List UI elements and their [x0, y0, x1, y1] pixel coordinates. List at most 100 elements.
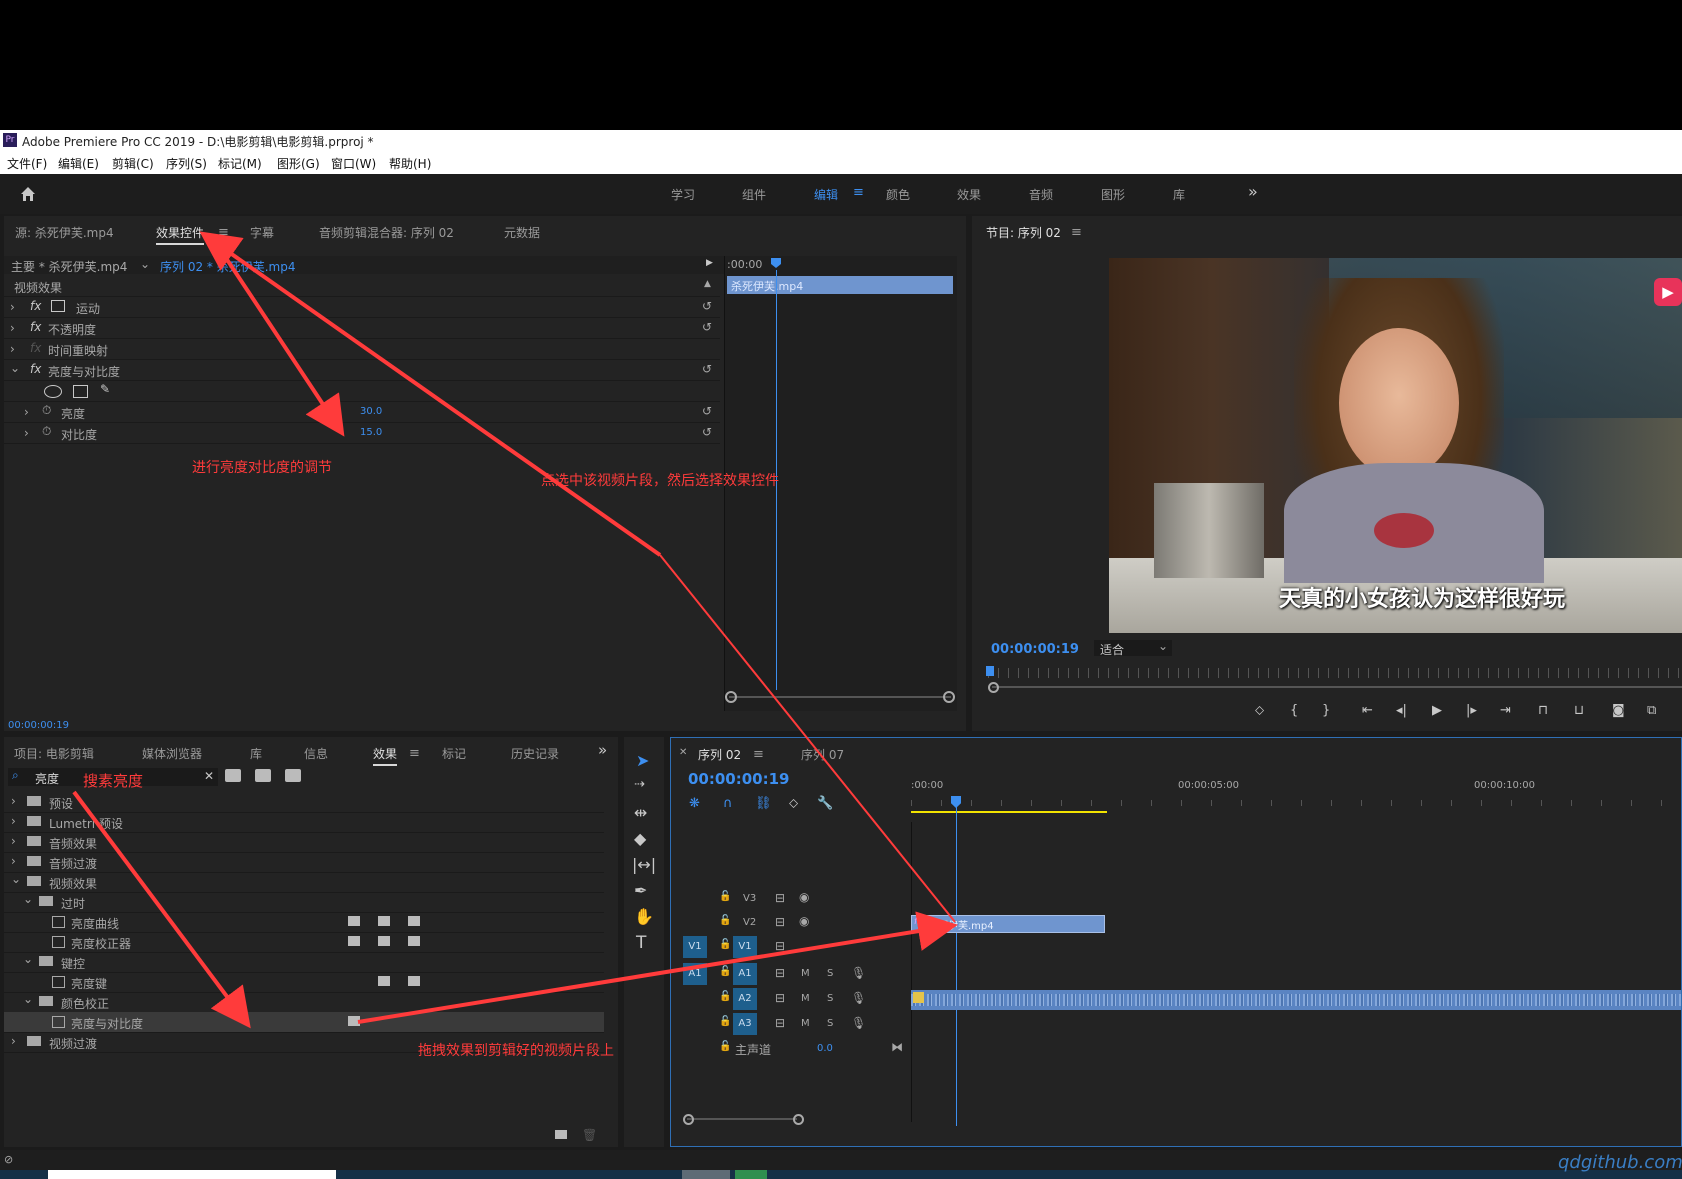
lock-icon[interactable]: 🔓 — [719, 991, 731, 1002]
mark-in-icon[interactable]: { — [1290, 703, 1298, 718]
chevron-right-icon[interactable]: › — [11, 1034, 16, 1048]
tab-source[interactable]: 源: 杀死伊芙.mp4 — [15, 224, 114, 241]
filter-32bit-icon[interactable] — [255, 769, 271, 782]
scroll-handle-right-icon[interactable] — [943, 691, 955, 703]
ellipse-mask-icon[interactable] — [44, 385, 62, 398]
selection-tool-icon[interactable]: ➤ — [636, 751, 649, 770]
sequence-clip-label[interactable]: 序列 02 * 杀死伊芙.mp4 — [160, 258, 295, 275]
lift-icon[interactable]: ⊓ — [1538, 703, 1548, 718]
workspace-learn[interactable]: 学习 — [671, 186, 695, 203]
step-back-icon[interactable]: ◂| — [1396, 703, 1407, 718]
toggle-sync-icon[interactable]: ⊟ — [775, 991, 785, 1005]
stopwatch-icon[interactable]: ⏱ — [42, 403, 51, 418]
solo-button[interactable]: S — [827, 993, 833, 1004]
menu-window[interactable]: 窗口(W) — [331, 155, 376, 172]
lock-icon[interactable]: 🔓 — [719, 966, 731, 977]
brightness-value[interactable]: 30.0 — [360, 406, 382, 417]
tab-info[interactable]: 信息 — [304, 745, 328, 762]
program-timecode[interactable]: 00:00:00:19 — [991, 642, 1079, 657]
new-bin-icon[interactable] — [555, 1130, 567, 1139]
param-row-brightness[interactable]: › ⏱ 亮度 30.0 ↺ — [4, 402, 720, 423]
tab-media-browser[interactable]: 媒体浏览器 — [142, 745, 202, 762]
workspace-editing[interactable]: 编辑 — [814, 186, 838, 203]
workspace-effects[interactable]: 效果 — [957, 186, 981, 203]
lock-icon[interactable]: 🔓 — [719, 1016, 731, 1027]
effect-controls-timecode[interactable]: 00:00:00:19 — [8, 720, 69, 731]
microphone-icon[interactable]: 🎙 — [851, 966, 866, 980]
play-only-icon[interactable]: ▶ — [706, 258, 713, 268]
toggle-sync-icon[interactable]: ⊟ — [775, 891, 785, 905]
toggle-sync-icon[interactable]: ⊟ — [775, 939, 785, 953]
chevron-down-icon[interactable]: ⌄ — [11, 872, 21, 886]
effect-row-time-remap[interactable]: › fx 时间重映射 — [4, 339, 720, 360]
play-icon[interactable]: ▶ — [1432, 703, 1442, 718]
chevron-right-icon[interactable]: › — [10, 300, 15, 314]
chevron-right-icon[interactable]: › — [11, 794, 16, 808]
razor-tool-icon[interactable]: ◆ — [634, 829, 646, 848]
workspace-graphics[interactable]: 图形 — [1101, 186, 1125, 203]
panel-menu-icon[interactable]: ≡ — [753, 747, 764, 762]
track-target-a1[interactable]: A1 — [733, 963, 757, 985]
mute-button[interactable]: M — [801, 1018, 810, 1029]
tab-sequence-02[interactable]: 序列 02 — [698, 746, 741, 765]
reset-icon[interactable]: ↺ — [702, 320, 712, 334]
lock-icon[interactable]: 🔓 — [719, 939, 731, 950]
chevron-right-icon[interactable]: › — [11, 814, 16, 828]
effect-row-opacity[interactable]: › fx 不透明度 ↺ — [4, 318, 720, 339]
tree-item-color-correction[interactable]: ⌄ 颜色校正 — [4, 992, 604, 1013]
reset-icon[interactable]: ↺ — [702, 299, 712, 313]
timeline-zoom-scrollbar[interactable] — [687, 1118, 797, 1120]
chevron-down-icon[interactable]: ⌄ — [23, 992, 33, 1006]
playhead-marker-icon[interactable] — [771, 258, 781, 268]
master-volume-value[interactable]: 0.0 — [817, 1043, 833, 1054]
go-to-end-icon[interactable]: ⧓ — [891, 1040, 903, 1054]
chevron-down-icon[interactable]: ⌄ — [10, 361, 20, 375]
lock-icon[interactable]: 🔓 — [719, 1041, 731, 1052]
tree-item-lumetri-presets[interactable]: › Lumetri 预设 — [4, 812, 604, 833]
eye-icon[interactable]: ◉ — [799, 914, 809, 928]
chevron-right-icon[interactable]: › — [24, 405, 29, 419]
fx-icon[interactable]: fx — [30, 299, 41, 313]
chevron-down-icon[interactable]: ⌄ — [23, 952, 33, 966]
workspace-assembly[interactable]: 组件 — [742, 186, 766, 203]
compare-view-icon[interactable]: ⧉ — [1647, 703, 1656, 718]
timeline-clip-a2[interactable] — [911, 990, 1681, 1010]
timeline-clip-v2[interactable]: fx 杀死伊芙.mp4 — [911, 915, 1105, 933]
toggle-sync-icon[interactable]: ⊟ — [775, 1016, 785, 1030]
stopwatch-icon[interactable]: ⏱ — [42, 424, 51, 439]
home-icon[interactable] — [19, 185, 37, 203]
close-icon[interactable]: ✕ — [679, 747, 687, 758]
workspace-audio[interactable]: 音频 — [1029, 186, 1053, 203]
microphone-icon[interactable]: 🎙 — [851, 1016, 866, 1030]
source-patch-v1[interactable]: V1 — [683, 936, 707, 958]
scroll-up-icon[interactable]: ▲ — [704, 279, 711, 289]
menu-help[interactable]: 帮助(H) — [389, 155, 431, 172]
tree-item-presets[interactable]: › 预设 — [4, 792, 604, 813]
chevron-down-icon[interactable]: ⌄ — [140, 257, 150, 271]
tree-item-luma-key[interactable]: 亮度键 — [4, 972, 604, 993]
hand-tool-icon[interactable]: ✋ — [634, 907, 654, 926]
program-video-frame[interactable]: 天真的小女孩认为这样很好玩 ▶ — [1109, 258, 1682, 633]
work-area-bar[interactable] — [911, 811, 1107, 813]
pen-mask-icon[interactable]: ✎ — [100, 382, 110, 396]
ripple-edit-tool-icon[interactable]: ⇹ — [634, 803, 647, 822]
source-patch-a1[interactable]: A1 — [683, 963, 707, 985]
lock-icon[interactable]: 🔓 — [719, 915, 731, 926]
effect-timeline-clip[interactable]: 杀死伊芙.mp4 — [727, 276, 953, 294]
workspace-libraries[interactable]: 库 — [1173, 186, 1185, 203]
tree-item-brightness-contrast[interactable]: 亮度与对比度 — [4, 1012, 604, 1033]
scroll-handle-left-icon[interactable] — [988, 682, 999, 693]
tab-sequence-07[interactable]: 序列 07 — [801, 746, 844, 763]
timeline-timecode[interactable]: 00:00:00:19 — [688, 770, 790, 788]
scroll-handle-right-icon[interactable] — [793, 1114, 804, 1125]
nest-toggle-icon[interactable]: ❋ — [689, 796, 700, 811]
param-row-contrast[interactable]: › ⏱ 对比度 15.0 ↺ — [4, 423, 720, 444]
workspace-menu-icon[interactable]: ≡ — [853, 185, 864, 200]
add-marker-icon[interactable]: ⬦ — [1255, 703, 1264, 718]
step-forward-icon[interactable]: |▸ — [1466, 703, 1477, 718]
effects-search-input[interactable]: 亮度 — [35, 770, 59, 787]
menu-clip[interactable]: 剪辑(C) — [112, 155, 154, 172]
tab-program[interactable]: 节目: 序列 02 — [986, 224, 1061, 243]
tab-history[interactable]: 历史记录 — [511, 745, 559, 762]
tab-captions[interactable]: 字幕 — [250, 224, 274, 241]
